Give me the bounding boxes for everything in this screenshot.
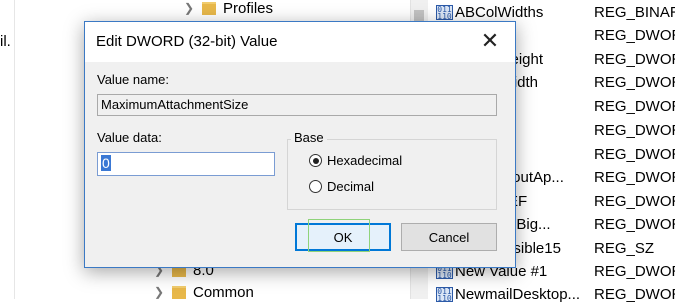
folder-icon (172, 285, 186, 299)
value-row[interactable]: 011110 NewmailDesktop... REG_DWORD (436, 282, 675, 306)
edit-dword-dialog: Edit DWORD (32-bit) Value ✕ Value name: … (84, 21, 516, 268)
value-type: REG_DWORD (594, 121, 675, 139)
registry-value-icon: 011 110 (436, 286, 453, 302)
value-name-label: Value name: (97, 72, 170, 87)
value-data-input[interactable]: 0 (97, 152, 275, 176)
tree-item-label: Profiles (223, 0, 274, 17)
tree-item-profiles[interactable]: ❯ Profiles (180, 0, 273, 19)
folder-icon (202, 1, 216, 15)
value-name: ABColWidths (455, 3, 544, 21)
dialog-titlebar[interactable]: Edit DWORD (32-bit) Value ✕ (85, 22, 515, 62)
value-type: REG_DWORD (594, 285, 675, 303)
value-name-text: MaximumAttachmentSize (101, 97, 249, 112)
cancel-button-label: Cancel (428, 229, 470, 245)
base-label: Base (291, 130, 327, 145)
value-type: REG_DWORD (594, 50, 675, 68)
radio-decimal[interactable]: Decimal (309, 179, 374, 194)
radio-hexadecimal-circle[interactable] (309, 154, 322, 167)
radio-decimal-label: Decimal (327, 179, 374, 194)
value-type: REG_DWORD (594, 145, 675, 163)
value-type: REG_SZ (594, 239, 655, 257)
left-edge-text: il. (0, 33, 11, 50)
chevron-right-icon[interactable]: ❯ (150, 285, 168, 299)
value-type: REG_DWORD (594, 97, 675, 115)
value-type: REG_DWORD (594, 26, 675, 44)
ok-button[interactable]: OK (295, 223, 391, 251)
chevron-right-icon[interactable]: ❯ (180, 1, 198, 15)
value-type: REG_DWORD (594, 73, 675, 91)
registry-value-icon: 011 110 (436, 4, 453, 20)
value-data-label: Value data: (97, 130, 162, 145)
cancel-button[interactable]: Cancel (401, 223, 497, 251)
value-type: REG_DWORD (594, 215, 675, 233)
value-type: REG_DWORD (594, 192, 675, 210)
value-data-text: 0 (101, 155, 111, 171)
value-name-field: MaximumAttachmentSize (97, 94, 497, 116)
value-type: REG_DWORD (594, 168, 675, 186)
radio-decimal-circle[interactable] (309, 180, 322, 193)
value-type: REG_DWORD (594, 262, 675, 280)
value-name: NewmailDesktop... (455, 285, 581, 303)
close-icon[interactable]: ✕ (479, 30, 501, 52)
radio-hexadecimal-label: Hexadecimal (327, 153, 403, 168)
base-groupbox (287, 139, 497, 210)
tree-item-common[interactable]: ❯ Common (150, 281, 254, 303)
dialog-title: Edit DWORD (32-bit) Value (96, 33, 278, 50)
tree-item-label: Common (193, 283, 254, 301)
radio-hexadecimal[interactable]: Hexadecimal (309, 153, 402, 168)
value-type: REG_BINARY (594, 3, 675, 21)
left-pane-edge: il. (0, 0, 15, 299)
ok-button-label: OK (333, 229, 353, 245)
